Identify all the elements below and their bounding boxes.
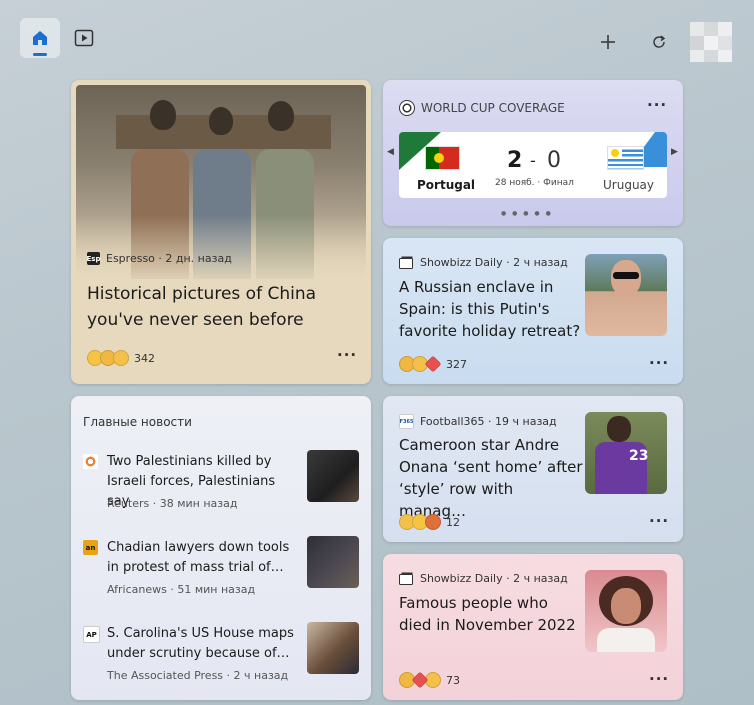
feature-title-line-2: you've never seen before — [87, 310, 304, 330]
top-news-item-3-meta: The Associated Press · 2 ч назад — [107, 669, 289, 682]
famous-card-title-line-2: died in November 2022 — [399, 616, 576, 634]
home-tab[interactable] — [20, 18, 60, 58]
top-news-item-2-title: Chadian lawyers down tools in protest of… — [107, 540, 290, 575]
score-1: 2 — [507, 148, 523, 173]
home-icon — [33, 31, 47, 45]
putin-card-reactions[interactable]: 327 — [399, 355, 467, 373]
showbizz-logo-icon — [399, 256, 413, 269]
putin-card-more-button[interactable]: ··· — [649, 354, 669, 372]
top-news-item-1-thumbnail — [307, 450, 359, 502]
feature-reaction-count: 342 — [134, 351, 155, 365]
add-button[interactable] — [588, 22, 628, 62]
angry-emoji-icon — [425, 514, 441, 530]
ap-logo-icon: AP — [83, 626, 100, 643]
avatar[interactable] — [690, 22, 734, 62]
putin-card-title-line-1: A Russian enclave in — [399, 278, 554, 296]
soccer-ball-icon — [399, 100, 415, 116]
top-news-item-3-thumbnail — [307, 622, 359, 674]
prev-arrow-icon[interactable]: ◀ — [387, 147, 394, 157]
team-2-name: Uruguay — [603, 178, 654, 192]
top-news-card: Главные новости Two Palestinians killed … — [71, 396, 371, 700]
world-cup-card[interactable]: WORLD CUP COVERAGE ··· ◀ ▶ Portugal Urug… — [383, 80, 683, 226]
top-news-item-3-title: S. Carolina's US House maps under scruti… — [107, 626, 294, 661]
putin-card-reaction-count: 327 — [446, 357, 467, 371]
putin-card-title-line-2: Spain: is this Putin's — [399, 300, 550, 318]
portugal-flag-icon — [425, 146, 460, 170]
putin-card-title[interactable]: A Russian enclave in Spain: is this Puti… — [399, 276, 584, 342]
score-2: 0 — [547, 148, 561, 173]
famous-card-thumbnail — [585, 570, 667, 652]
feature-card[interactable]: Esp Espresso · 2 дн. назад Historical pi… — [71, 80, 371, 384]
top-bar — [0, 0, 754, 70]
scoreboard[interactable]: Portugal Uruguay 2 - 0 28 нояб. · Финал — [399, 132, 667, 198]
heart-icon — [424, 355, 442, 373]
score-dash: - — [530, 151, 536, 170]
news-card-famous[interactable]: Showbizz Daily · 2 ч назад Famous people… — [383, 554, 683, 700]
onana-card-thumbnail: 23 — [585, 412, 667, 494]
onana-card-title-line-2: Onana ‘sent home’ after — [399, 458, 583, 476]
refresh-icon — [653, 35, 666, 48]
onana-card-title[interactable]: Cameroon star Andre Onana ‘sent home’ af… — [399, 434, 584, 522]
putin-card-source-text: Showbizz Daily · 2 ч назад — [420, 256, 568, 269]
video-tab[interactable] — [64, 18, 104, 58]
refresh-button[interactable] — [639, 22, 679, 62]
carousel-pager[interactable]: ● ● ● ● ● — [501, 210, 553, 217]
famous-card-title-line-1: Famous people who — [399, 594, 548, 612]
top-news-item-2-thumbnail — [307, 536, 359, 588]
thumbs-up-icon — [113, 350, 129, 366]
match-date: 28 нояб. · Финал — [495, 178, 574, 188]
onana-card-source: F365 Football365 · 19 ч назад — [399, 414, 557, 429]
active-tab-indicator — [33, 53, 47, 56]
onana-card-reactions[interactable]: 12 — [399, 514, 460, 530]
feature-source: Esp Espresso · 2 дн. назад — [87, 252, 232, 265]
famous-card-more-button[interactable]: ··· — [649, 670, 669, 688]
feature-title[interactable]: Historical pictures of China you've neve… — [87, 281, 355, 333]
reuters-logo-icon — [83, 454, 98, 469]
feature-reactions[interactable]: 342 — [87, 350, 155, 366]
world-cup-more-button[interactable]: ··· — [647, 96, 667, 114]
onana-card-title-line-1: Cameroon star Andre — [399, 436, 560, 454]
putin-card-thumbnail — [585, 254, 667, 336]
onana-card-source-text: Football365 · 19 ч назад — [420, 415, 557, 428]
world-cup-header: WORLD CUP COVERAGE — [399, 100, 565, 116]
famous-card-source: Showbizz Daily · 2 ч назад — [399, 572, 568, 585]
feature-more-button[interactable]: ··· — [337, 346, 357, 364]
plus-icon — [601, 35, 615, 49]
espresso-logo-icon: Esp — [87, 252, 100, 265]
famous-card-source-text: Showbizz Daily · 2 ч назад — [420, 572, 568, 585]
onana-card-reaction-count: 12 — [446, 515, 460, 529]
news-card-onana[interactable]: F365 Football365 · 19 ч назад Cameroon s… — [383, 396, 683, 542]
putin-card-title-line-3: favorite holiday retreat? — [399, 322, 581, 340]
video-icon — [74, 29, 94, 47]
famous-card-title[interactable]: Famous people who died in November 2022 — [399, 592, 584, 636]
top-news-item-1-meta: Reuters · 38 мин назад — [107, 497, 238, 510]
team-1-name: Portugal — [417, 178, 476, 192]
onana-card-more-button[interactable]: ··· — [649, 512, 669, 530]
putin-card-source: Showbizz Daily · 2 ч назад — [399, 256, 568, 269]
feature-title-line-1: Historical pictures of China — [87, 284, 317, 304]
feature-source-text: Espresso · 2 дн. назад — [106, 252, 232, 265]
news-card-putin[interactable]: Showbizz Daily · 2 ч назад A Russian enc… — [383, 238, 683, 384]
showbizz-logo-icon — [399, 572, 413, 585]
world-cup-label: WORLD CUP COVERAGE — [421, 101, 565, 115]
top-news-heading: Главные новости — [83, 415, 192, 429]
uruguay-flag-icon — [607, 146, 644, 170]
famous-card-reactions[interactable]: 73 — [399, 671, 460, 689]
top-news-item-2-meta: Africanews · 51 мин назад — [107, 583, 256, 596]
football365-logo-icon: F365 — [399, 414, 414, 429]
africanews-logo-icon: an — [83, 540, 98, 555]
famous-card-reaction-count: 73 — [446, 673, 460, 687]
next-arrow-icon[interactable]: ▶ — [671, 147, 678, 157]
